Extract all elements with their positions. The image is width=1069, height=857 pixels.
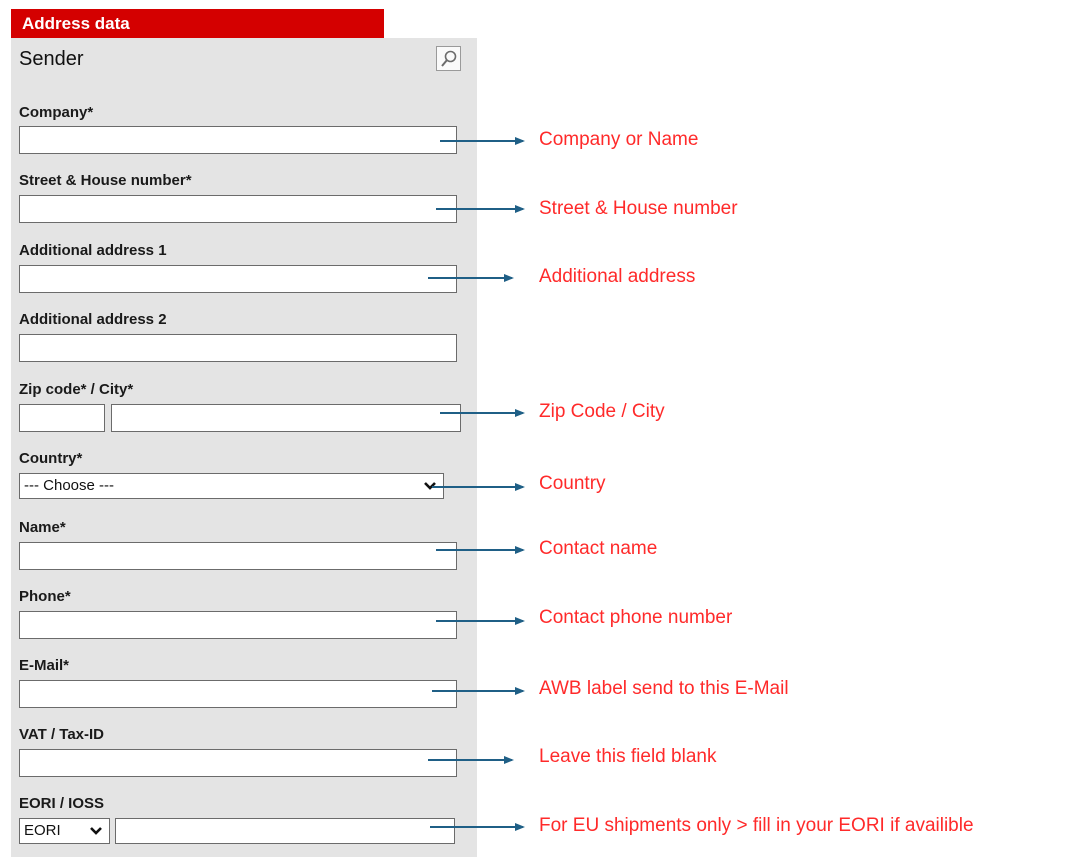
note-vat: Leave this field blank [539, 746, 717, 767]
note-email: AWB label send to this E-Mail [539, 678, 789, 699]
annotation-arrows [428, 137, 525, 831]
note-street: Street & House number [539, 198, 738, 219]
note-zip-city: Zip Code / City [539, 401, 665, 422]
note-country: Country [539, 473, 606, 494]
note-company: Company or Name [539, 129, 699, 150]
note-eori: For EU shipments only > fill in your EOR… [539, 815, 974, 836]
note-additional: Additional address [539, 266, 696, 287]
note-contact-name: Contact name [539, 538, 658, 559]
note-phone: Contact phone number [539, 607, 733, 628]
